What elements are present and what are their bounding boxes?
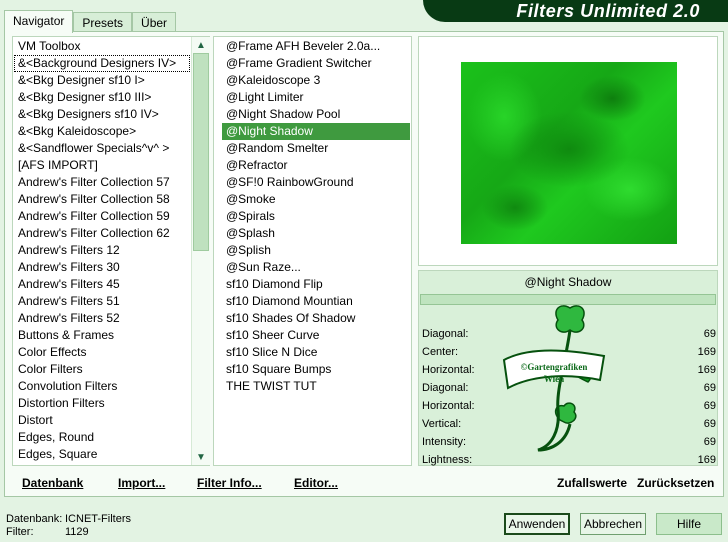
category-item[interactable]: &<Bkg Kaleidoscope> (14, 123, 190, 140)
param-value: 69 (703, 382, 716, 394)
category-scrollbar[interactable]: ▲ ▼ (191, 37, 210, 465)
param-label: Diagonal: (422, 382, 469, 394)
tab-presets[interactable]: Presets (73, 12, 133, 33)
category-item[interactable]: Distort (14, 412, 190, 429)
param-value: 69 (703, 328, 716, 340)
filter-item[interactable]: sf10 Square Bumps (222, 361, 410, 378)
filter-item[interactable]: THE TWIST TUT (222, 378, 410, 395)
watermark-text-1: ©Gartengrafiken (521, 362, 588, 372)
filter-item[interactable]: @Kaleidoscope 3 (222, 72, 410, 89)
filter-item[interactable]: @Night Shadow Pool (222, 106, 410, 123)
filter-item[interactable]: @Random Smelter (222, 140, 410, 157)
param-label: Center: (422, 346, 459, 358)
filter-item[interactable]: @Frame Gradient Switcher (222, 55, 410, 72)
category-item[interactable]: Andrew's Filters 45 (14, 276, 190, 293)
filter-item[interactable]: @Spirals (222, 208, 410, 225)
category-item[interactable]: Edges, Square (14, 446, 190, 463)
filter-item[interactable]: @Refractor (222, 157, 410, 174)
watermark-logo: ©Gartengrafiken Wien (502, 305, 606, 452)
help-button[interactable]: Hilfe (656, 513, 722, 535)
param-value: 169 (697, 454, 716, 466)
reset-button[interactable]: Zurücksetzen (637, 476, 714, 490)
param-label: Intensity: (422, 436, 467, 448)
filter-item[interactable]: @Light Limiter (222, 89, 410, 106)
category-item[interactable]: Andrew's Filter Collection 62 (14, 225, 190, 242)
param-value: 69 (703, 400, 716, 412)
filter-list: @Frame AFH Beveler 2.0a... @Frame Gradien… (222, 38, 410, 466)
category-item[interactable]: VM Toolbox (14, 38, 190, 55)
category-item[interactable]: Color Effects (14, 344, 190, 361)
filter-count-value: 1129 (65, 526, 89, 538)
filter-item[interactable]: sf10 Shades Of Shadow (222, 310, 410, 327)
category-item[interactable]: Andrew's Filter Collection 57 (14, 174, 190, 191)
scroll-thumb[interactable] (193, 53, 209, 251)
filter-count-label: Filter: (6, 526, 34, 538)
category-item[interactable]: Andrew's Filters 12 (14, 242, 190, 259)
filter-item[interactable]: @Night Shadow (222, 123, 410, 140)
param-value: 69 (703, 436, 716, 448)
category-item[interactable]: Andrew's Filters 52 (14, 310, 190, 327)
category-item[interactable]: Color Filters (14, 361, 190, 378)
scroll-up-icon[interactable]: ▲ (192, 39, 210, 53)
param-value: 169 (697, 364, 716, 376)
param-label: Diagonal: (422, 328, 469, 340)
apply-button[interactable]: Anwenden (504, 513, 570, 535)
category-item[interactable]: &<Sandflower Specials^v^ > (14, 140, 190, 157)
category-item[interactable]: &<Bkg Designers sf10 IV> (14, 106, 190, 123)
tab-navigator[interactable]: Navigator (4, 10, 74, 33)
category-item[interactable]: Andrew's Filters 30 (14, 259, 190, 276)
filter-item[interactable]: @Splish (222, 242, 410, 259)
db-label: Datenbank: (6, 513, 63, 525)
filter-item[interactable]: @SF!0 RainbowGround (222, 174, 410, 191)
param-value: 169 (697, 346, 716, 358)
category-panel: VM Toolbox &<Background Designers IV> &<Bk… (12, 36, 210, 466)
zufallswerte-button[interactable]: Zufallswerte (557, 476, 627, 490)
import-button[interactable]: Import... (118, 476, 165, 490)
param-label: Vertical: (422, 418, 462, 430)
category-item[interactable]: &<Background Designers IV> (14, 55, 190, 72)
category-item[interactable]: Andrew's Filters 51 (14, 293, 190, 310)
tab-bar: Navigator Presets Über (4, 10, 177, 33)
filter-item[interactable]: sf10 Slice N Dice (222, 344, 410, 361)
param-value: 69 (703, 418, 716, 430)
app-title: Filters Unlimited 2.0 (516, 1, 700, 21)
category-item[interactable]: Andrew's Filter Collection 59 (14, 208, 190, 225)
title-banner: Filters Unlimited 2.0 (423, 0, 728, 22)
filter-item[interactable]: sf10 Sheer Curve (222, 327, 410, 344)
filter-name-label: @Night Shadow (524, 275, 612, 289)
scroll-down-icon[interactable]: ▼ (192, 451, 210, 465)
param-label: Horizontal: (422, 364, 475, 376)
preview-image (461, 62, 677, 244)
category-item[interactable]: &<Bkg Designer sf10 I> (14, 72, 190, 89)
param-label: Lightness: (422, 454, 473, 466)
category-item[interactable]: Distortion Filters (14, 395, 190, 412)
watermark-text-2: Wien (544, 374, 564, 384)
filter-panel: @Frame AFH Beveler 2.0a... @Frame Gradien… (213, 36, 412, 466)
filter-item[interactable]: sf10 Diamond Mountian (222, 293, 410, 310)
filter-item[interactable]: @Sun Raze... (222, 259, 410, 276)
category-item[interactable]: &<Bkg Designer sf10 III> (14, 89, 190, 106)
datenbank-button[interactable]: Datenbank (22, 476, 83, 490)
editor-button[interactable]: Editor... (294, 476, 338, 490)
preview-panel (418, 36, 718, 266)
filter-item[interactable]: @Splash (222, 225, 410, 242)
category-item[interactable]: Convolution Filters (14, 378, 190, 395)
filter-info-button[interactable]: Filter Info... (197, 476, 262, 490)
cancel-button[interactable]: Abbrechen (580, 513, 646, 535)
filter-item[interactable]: @Smoke (222, 191, 410, 208)
category-item[interactable]: Buttons & Frames (14, 327, 190, 344)
db-value: ICNET-Filters (65, 513, 131, 525)
category-item[interactable]: [AFS IMPORT] (14, 157, 190, 174)
filter-item[interactable]: @Frame AFH Beveler 2.0a... (222, 38, 410, 55)
param-label: Horizontal: (422, 400, 475, 412)
tab-ueber[interactable]: Über (132, 12, 177, 33)
category-item[interactable]: Andrew's Filter Collection 58 (14, 191, 190, 208)
category-list: VM Toolbox &<Background Designers IV> &<Bk… (14, 38, 190, 466)
filter-item[interactable]: sf10 Diamond Flip (222, 276, 410, 293)
category-item[interactable]: Edges, Round (14, 429, 190, 446)
